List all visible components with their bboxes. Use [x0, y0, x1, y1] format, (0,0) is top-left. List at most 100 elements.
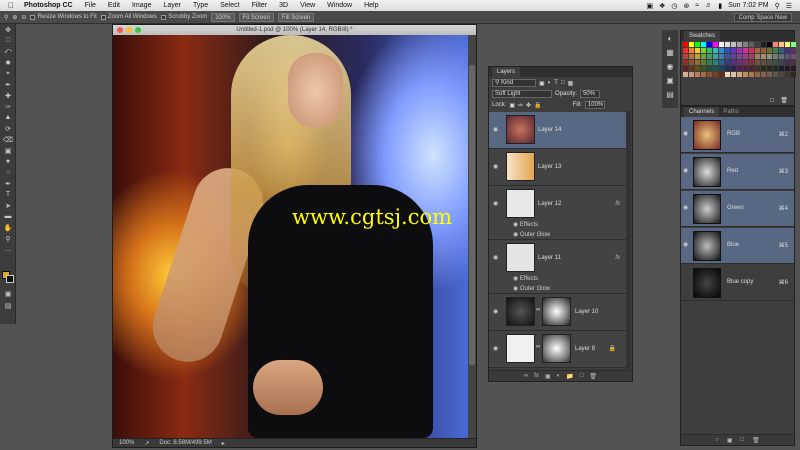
color-swatch[interactable] [707, 48, 712, 53]
layer-row[interactable]: ◉ ∞ Layer 8 🔒 [489, 331, 628, 368]
color-swatch[interactable] [749, 54, 754, 59]
link-icon[interactable]: ∞ [536, 307, 540, 313]
color-swatch[interactable] [701, 66, 706, 71]
quick-select-tool-icon[interactable]: ✸ [0, 57, 16, 68]
status-menu-icon[interactable]: ▸ [222, 440, 225, 447]
color-swatch[interactable] [779, 48, 784, 53]
wifi-icon[interactable]: ≈ [695, 2, 699, 9]
color-swatch[interactable] [683, 42, 688, 47]
color-swatch[interactable] [767, 60, 772, 65]
color-swatch[interactable] [683, 72, 688, 77]
more-tools-icon[interactable]: … [0, 244, 16, 255]
layer-name[interactable]: Layer 10 [575, 309, 598, 315]
new-layer-icon[interactable]: □ [580, 373, 584, 379]
color-swatch[interactable] [725, 60, 730, 65]
menu-filter[interactable]: Filter [246, 2, 274, 9]
color-swatch[interactable] [713, 66, 718, 71]
color-swatch[interactable] [713, 60, 718, 65]
color-swatch[interactable] [719, 72, 724, 77]
color-swatch[interactable] [779, 60, 784, 65]
color-swatch[interactable] [767, 42, 772, 47]
color-swatch[interactable] [755, 48, 760, 53]
crop-tool-icon[interactable]: ⌖ [0, 68, 16, 79]
color-swatch[interactable] [743, 42, 748, 47]
color-swatch[interactable] [695, 72, 700, 77]
tab-layers[interactable]: Layers [492, 67, 521, 77]
tab-paths[interactable]: Paths [719, 109, 742, 115]
color-swatch[interactable] [737, 54, 742, 59]
blend-mode-select[interactable]: Soft Light [492, 90, 552, 98]
save-selection-icon[interactable]: ▣ [727, 437, 733, 444]
color-swatch[interactable] [707, 66, 712, 71]
close-window-icon[interactable] [117, 27, 123, 33]
minimize-window-icon[interactable] [126, 27, 132, 33]
color-swatch[interactable] [755, 54, 760, 59]
tab-channels[interactable]: Channels [684, 107, 720, 117]
color-swatch[interactable] [761, 72, 766, 77]
color-swatch[interactable] [707, 60, 712, 65]
screen-mode-icon[interactable]: ▤ [0, 300, 16, 311]
channel-row[interactable]: ◉ Green ⌘4 [681, 191, 794, 227]
doc-size[interactable]: Doc: 8.58M/499.5M [159, 440, 211, 446]
clock-icon[interactable]: ◷ [671, 2, 677, 10]
visibility-eye-icon[interactable]: ◉ [493, 345, 502, 352]
fx-icon[interactable]: fx [615, 201, 620, 207]
color-swatch[interactable] [725, 72, 730, 77]
color-swatch[interactable] [749, 72, 754, 77]
fit-screen-button[interactable]: Fit Screen [238, 12, 274, 22]
link-icon[interactable]: ∞ [536, 344, 540, 350]
share-icon[interactable]: ↗ [144, 440, 149, 447]
color-swatch[interactable] [689, 42, 694, 47]
filter-type-icon[interactable]: T [554, 80, 558, 86]
color-swatch[interactable] [695, 60, 700, 65]
effects-label[interactable]: ◉ Effects [513, 221, 538, 228]
outer-glow-effect[interactable]: ◉ Outer Glow [513, 231, 550, 238]
color-swatch[interactable] [737, 42, 742, 47]
color-swatch[interactable] [683, 48, 688, 53]
visibility-eye-icon[interactable]: ◉ [493, 126, 502, 133]
color-swatch[interactable] [689, 60, 694, 65]
color-swatch[interactable] [731, 66, 736, 71]
eye-icon[interactable]: ◉ [513, 232, 520, 238]
color-swatch[interactable] [755, 72, 760, 77]
layer-name[interactable]: Layer 14 [538, 127, 561, 133]
load-selection-icon[interactable]: ○ [715, 437, 719, 443]
camera-icon[interactable]: ▣ [647, 2, 654, 10]
color-swatch[interactable] [725, 66, 730, 71]
color-swatch[interactable] [761, 48, 766, 53]
color-swatch[interactable] [695, 54, 700, 59]
color-swatch[interactable] [761, 60, 766, 65]
color-swatch[interactable] [707, 54, 712, 59]
workspace-switcher[interactable]: Comp Space New [733, 12, 792, 22]
layer-filter-kind[interactable]: ⚲ Kind [492, 79, 536, 87]
marquee-tool-icon[interactable]: □ [0, 35, 16, 46]
color-swatch[interactable] [791, 60, 796, 65]
color-swatch[interactable] [791, 72, 796, 77]
color-swatch[interactable] [785, 54, 790, 59]
color-swatch[interactable] [755, 42, 760, 47]
fill-screen-button[interactable]: Fill Screen [277, 12, 315, 22]
color-swatch[interactable] [743, 72, 748, 77]
color-swatch[interactable] [743, 48, 748, 53]
eraser-tool-icon[interactable]: ⌫ [0, 134, 16, 145]
visibility-eye-icon[interactable]: ◉ [683, 130, 688, 137]
menu-help[interactable]: Help [358, 2, 384, 9]
color-swatch[interactable] [791, 66, 796, 71]
menu-3d[interactable]: 3D [273, 2, 294, 9]
adjustment-layer-icon[interactable]: ◐ [557, 373, 561, 379]
color-swatch[interactable] [719, 42, 724, 47]
color-swatch[interactable] [719, 48, 724, 53]
bluetooth-icon[interactable]: ⊛ [684, 2, 690, 10]
fill-input[interactable]: 100% [584, 101, 605, 109]
document-vertical-scrollbar[interactable] [468, 35, 476, 440]
zoom-in-icon[interactable]: ⊕ [12, 14, 17, 21]
visibility-eye-icon[interactable]: ◉ [683, 204, 688, 211]
color-swatch[interactable] [737, 48, 742, 53]
color-swatch[interactable] [683, 54, 688, 59]
menu-select[interactable]: Select [214, 2, 245, 9]
color-swatch[interactable] [767, 48, 772, 53]
layer-name[interactable]: Layer 11 [538, 255, 561, 261]
color-swatch[interactable] [749, 60, 754, 65]
color-swatch[interactable] [695, 66, 700, 71]
color-swatch[interactable] [761, 66, 766, 71]
